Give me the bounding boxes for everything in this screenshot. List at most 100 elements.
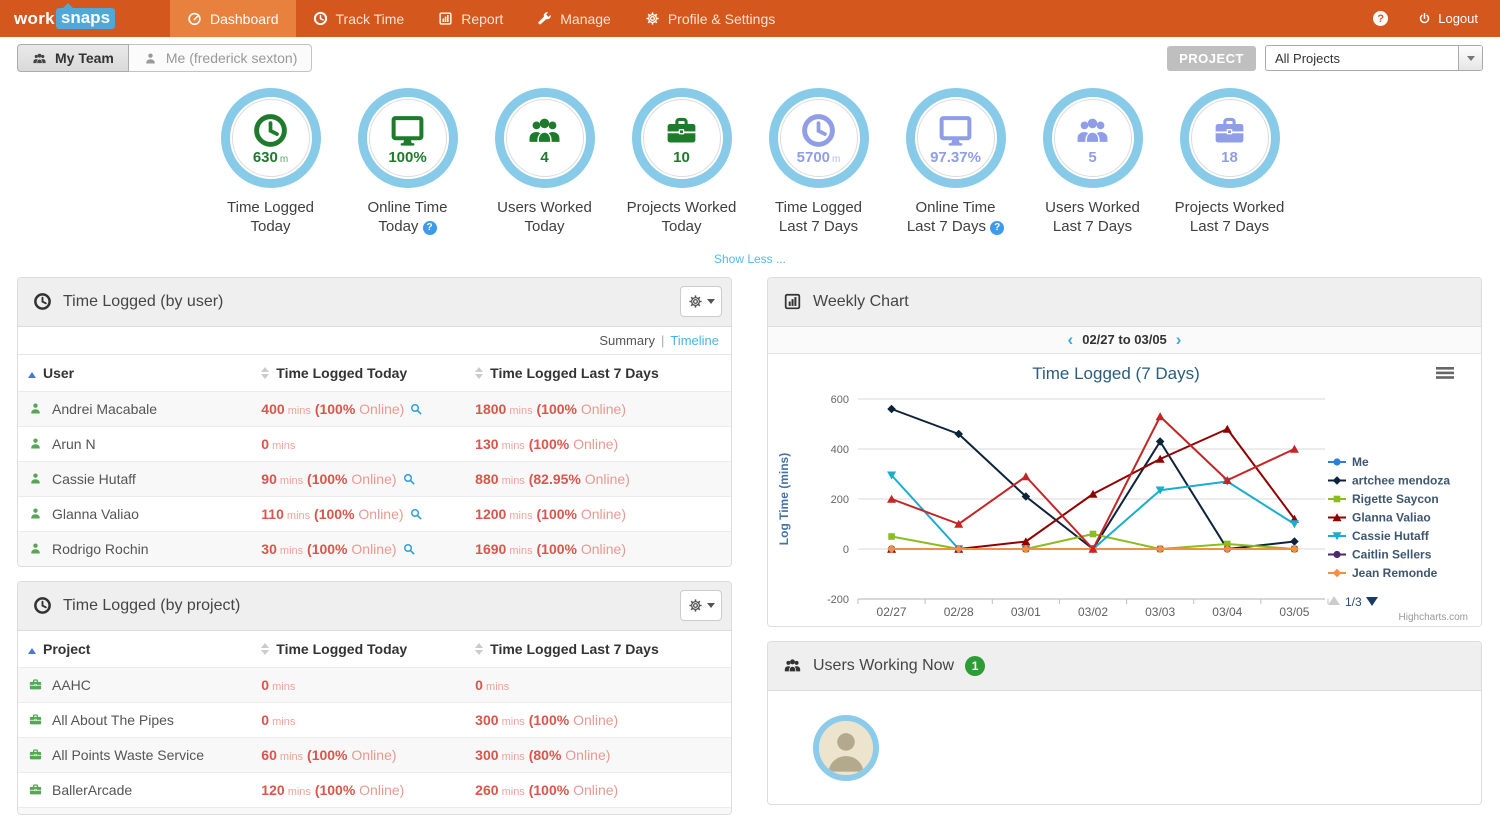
next-week-icon[interactable]: › [1176,331,1182,348]
week-cell: 1800 mins (100% Online) [467,391,731,426]
stat-ring: 4 [495,88,595,188]
show-less-link[interactable]: Show Less ... [714,252,786,266]
search-icon[interactable] [402,472,416,486]
timeline-view-link[interactable]: Timeline [670,333,719,348]
stat-value: 5700m [797,150,841,165]
legend-item[interactable]: Rigette Saycon [1328,492,1439,506]
logout-button[interactable]: Logout [1418,11,1478,26]
stat-label: Projects WorkedLast 7 Days [1155,199,1305,237]
my-team-label: My Team [55,50,114,66]
worksnaps-logo[interactable]: worksnaps [0,0,170,37]
help-icon[interactable]: ? [990,221,1004,235]
stat-value: 100% [388,150,426,165]
select-caret [1458,46,1482,70]
stat-ring: 10 [632,88,732,188]
chart-menu-icon[interactable] [1436,367,1454,379]
search-icon[interactable] [402,542,416,556]
logo-text-work: work [14,9,55,29]
weekly-chart-header: Weekly Chart [768,278,1481,327]
legend-item[interactable]: artchee mendoza [1328,473,1450,487]
stat-label: Users WorkedToday [470,199,620,237]
row-label: Rodrigo Rochin [52,541,149,557]
column-header-user[interactable]: User [18,355,253,392]
search-icon[interactable] [409,402,423,416]
series-line [892,475,1295,549]
row-label: Glanna Valiao [52,506,139,522]
users-working-title: Users Working Now [813,657,954,675]
week-cell: 300 mins (80% Online) [467,737,731,772]
svg-text:Jean Remonde: Jean Remonde [1352,566,1438,580]
panel-settings-button[interactable] [680,286,722,317]
week-cell: 880 mins (82.95% Online) [467,461,731,496]
logout-label: Logout [1438,11,1478,26]
today-cell: 30 mins (100% Online) [253,531,467,566]
clock-icon [33,292,52,311]
nav-tab-report[interactable]: Report [421,0,520,37]
view-switch-row: Summary | Timeline [18,327,731,355]
stat-ring: 97.37% [906,88,1006,188]
row-label: Arun N [52,436,96,452]
users-icon [1074,112,1111,149]
working-user-avatar[interactable] [813,715,879,781]
main-content: Time Logged (by user) Summary | Timeline… [0,277,1500,815]
panel-settings-button[interactable] [680,590,722,621]
project-row: AAHC0 mins0 mins [18,667,731,702]
x-tick-label: 02/28 [944,605,974,619]
stat-value: 4 [540,150,548,165]
column-header-week[interactable]: Time Logged Last 7 Days [467,355,731,392]
user-table-body: Andrei Macabale400 mins (100% Online)180… [18,391,731,566]
legend-item[interactable]: Cassie Hutaff [1328,529,1430,543]
clock-icon [252,112,289,149]
sort-asc-icon [28,644,36,654]
legend-next-icon[interactable] [1366,597,1378,606]
column-header-today[interactable]: Time Logged Today [253,631,467,668]
row-label: All About The Pipes [52,712,174,728]
person-icon [28,401,43,416]
project-select[interactable]: All Projects [1265,45,1483,71]
my-team-button[interactable]: My Team [17,44,129,72]
gear-icon [688,294,703,309]
time-by-user-title: Time Logged (by user) [63,293,223,311]
dashboard-icon [187,11,202,26]
help-icon[interactable]: ? [423,221,437,235]
me-button[interactable]: Me (frederick sexton) [129,44,312,72]
legend-item[interactable]: Caitlin Sellers [1328,547,1432,561]
nav-tab-profile-settings[interactable]: Profile & Settings [628,0,792,37]
users-working-panel: Users Working Now 1 [767,641,1482,805]
legend-item[interactable]: Me [1328,455,1369,469]
date-range-label: 02/27 to 03/05 [1082,332,1167,347]
row-label: BallerArcade [52,782,132,798]
nav-tab-manage[interactable]: Manage [520,0,628,37]
today-cell: 400 mins (100% Online) [253,391,467,426]
x-tick-label: 03/04 [1212,605,1242,619]
nav-tab-track-time[interactable]: Track Time [296,0,422,37]
nav-tab-dashboard[interactable]: Dashboard [170,0,296,37]
summary-view-link[interactable]: Summary [599,333,655,348]
time-by-user-header: Time Logged (by user) [18,278,731,327]
users-icon [783,656,802,675]
column-header-project[interactable]: Project [18,631,253,668]
legend-item[interactable]: Glanna Valiao [1328,510,1431,524]
prev-week-icon[interactable]: ‹ [1068,331,1074,348]
user-row: Cassie Hutaff90 mins (100% Online)880 mi… [18,461,731,496]
sort-icons [475,367,483,379]
weekly-chart-title: Weekly Chart [813,293,909,311]
legend-item[interactable]: Jean Remonde [1328,566,1438,580]
project-row: BallerArcade120 mins (100% Online)260 mi… [18,772,731,807]
stat-label: Users WorkedLast 7 Days [1018,199,1168,237]
time-by-project-header: Time Logged (by project) [18,582,731,631]
column-header-today[interactable]: Time Logged Today [253,355,467,392]
time-by-project-table: Project Time Logged Today Time Logged La… [18,631,731,807]
chart-icon [783,292,802,311]
project-label: PROJECT [1167,46,1256,71]
right-column: Weekly Chart ‹ 02/27 to 03/05 › Time Log… [767,277,1482,815]
left-column: Time Logged (by user) Summary | Timeline… [17,277,732,815]
column-header-week[interactable]: Time Logged Last 7 Days [467,631,731,668]
time-by-user-table: User Time Logged Today Time Logged Last … [18,355,731,566]
y-tick-label: 600 [831,394,849,406]
week-cell: 1690 mins (100% Online) [467,531,731,566]
search-icon[interactable] [409,507,423,521]
help-icon[interactable]: ? [1373,11,1388,26]
sort-asc-icon [28,368,36,378]
svg-text:Rigette Saycon: Rigette Saycon [1352,492,1439,506]
